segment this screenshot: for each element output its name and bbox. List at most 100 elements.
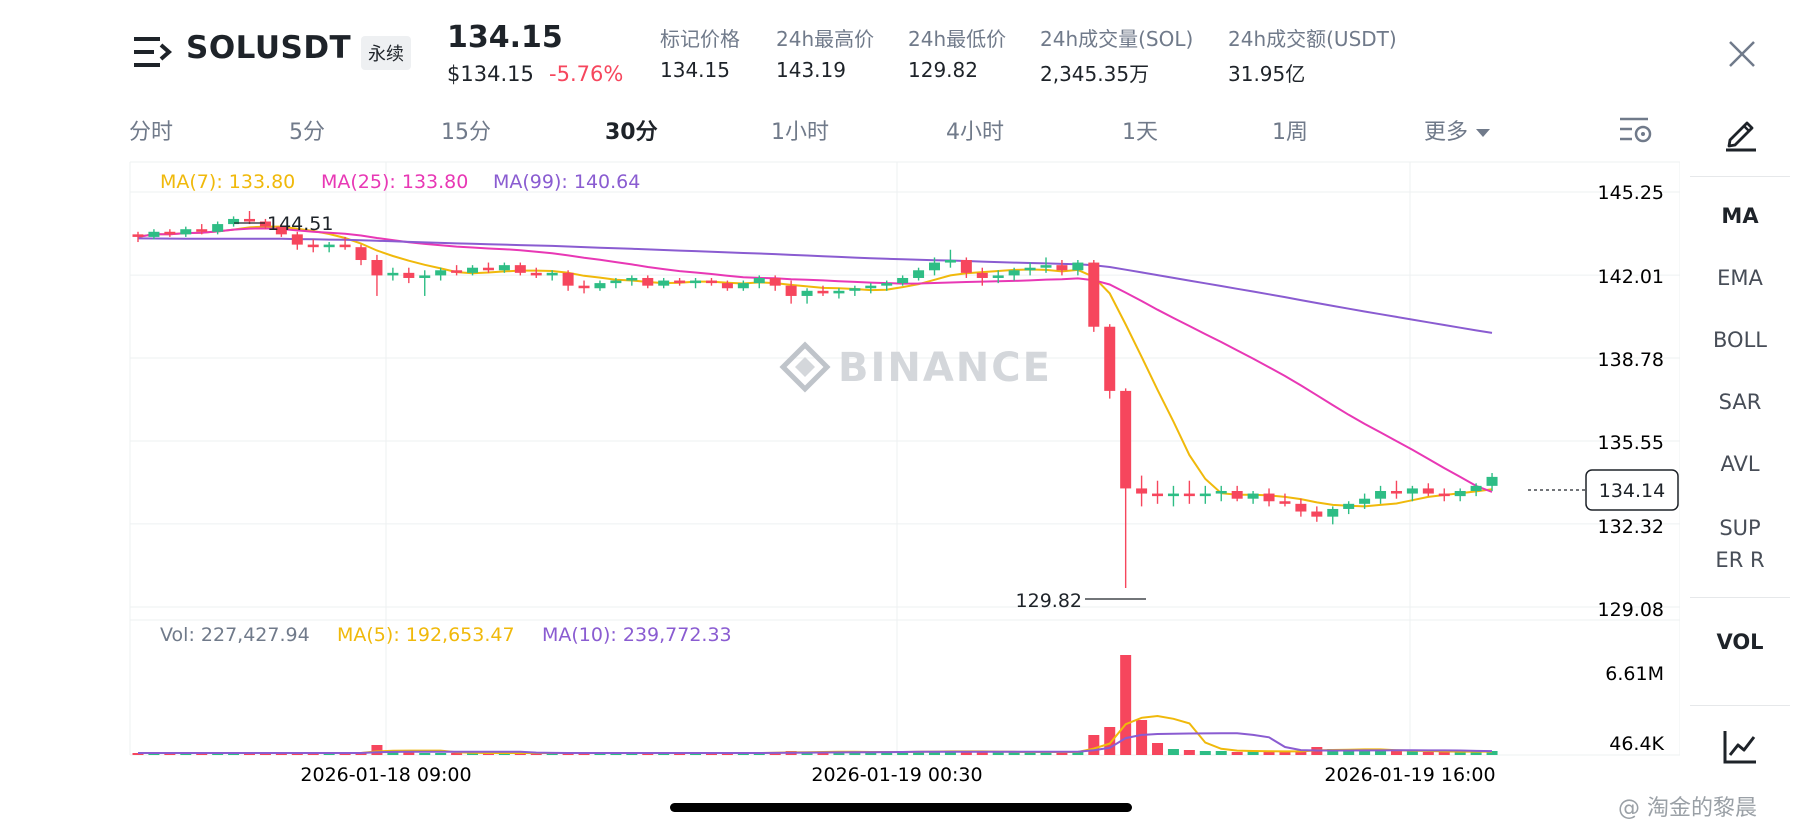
home-indicator	[670, 803, 1132, 812]
candle-body	[897, 277, 909, 284]
legend-ma25: MA(25): 133.80	[321, 171, 468, 193]
candle-body	[196, 229, 208, 232]
time-tick: 2026-01-19 00:30	[811, 764, 982, 786]
kline-chart[interactable]: BINANCE MA(7): 133.80 MA(25): 133.80 MA(…	[0, 0, 1680, 790]
indicator-super[interactable]: SUPER R	[1714, 512, 1766, 576]
pencil-icon[interactable]	[1723, 114, 1759, 152]
candle-body	[801, 290, 813, 296]
close-icon[interactable]	[1726, 38, 1758, 70]
candle-body	[1136, 488, 1148, 494]
candle-body	[451, 270, 463, 273]
price-tick: 129.08	[1598, 599, 1664, 621]
candle-body	[769, 277, 781, 286]
volume-bar	[1375, 751, 1387, 755]
candle-body	[1470, 485, 1482, 491]
candle-body	[212, 224, 224, 232]
legend-ma99: MA(99): 140.64	[493, 171, 640, 193]
volume-bar	[1390, 751, 1402, 755]
divider	[1690, 597, 1790, 598]
candle-body	[546, 272, 558, 276]
indicator-boll[interactable]: BOLL	[1690, 328, 1790, 352]
candle-body	[419, 275, 431, 278]
volume-bar	[419, 753, 431, 755]
high-marker-label: 144.51	[267, 213, 333, 235]
volume-bar	[371, 745, 383, 755]
candle-body	[307, 244, 319, 248]
legend-ma7: MA(7): 133.80	[160, 171, 295, 193]
candle-body	[753, 277, 765, 284]
price-tick: 135.55	[1598, 432, 1664, 454]
candle-body	[339, 244, 351, 248]
candle-body	[435, 270, 447, 276]
candle-body	[594, 283, 606, 289]
volume-bar	[1215, 751, 1227, 755]
volume-ma-lines	[138, 714, 1493, 754]
candle-body	[913, 270, 925, 278]
candle-body	[674, 280, 686, 284]
chart-line-icon[interactable]	[1722, 729, 1758, 765]
candle-body	[785, 285, 797, 296]
volume-tick: 46.4K	[1609, 733, 1664, 755]
time-tick: 2026-01-18 09:00	[300, 764, 471, 786]
candle-body	[1199, 493, 1211, 497]
candle-body	[1438, 493, 1450, 497]
indicator-avl[interactable]: AVL	[1690, 452, 1790, 476]
candle-body	[1454, 490, 1466, 497]
candle-body	[1486, 476, 1498, 486]
ma-lines	[137, 225, 1493, 508]
candle-body	[865, 285, 877, 289]
candle-body	[1056, 265, 1068, 271]
legend-vol-ma10: MA(10): 239,772.33	[542, 624, 732, 646]
candle-body	[849, 288, 861, 291]
candle-body	[1295, 503, 1307, 512]
candle-body	[1359, 498, 1371, 504]
current-price-value: 134.14	[1599, 480, 1665, 502]
candle-body	[578, 285, 590, 289]
candle-body	[944, 260, 956, 263]
volume-bar	[1231, 752, 1243, 755]
candle-body	[1152, 493, 1164, 497]
indicator-ma[interactable]: MA	[1690, 204, 1790, 228]
candle-body	[610, 280, 622, 284]
indicator-vol[interactable]: VOL	[1690, 630, 1790, 654]
candle-body	[1008, 270, 1020, 276]
binance-watermark: BINANCE	[779, 341, 1052, 393]
legend-vol: Vol: 227,427.94	[160, 624, 310, 646]
candle-body	[1422, 488, 1434, 494]
candle-body	[658, 280, 670, 286]
candle-body	[1390, 490, 1402, 494]
watermark-text: BINANCE	[838, 345, 1052, 391]
candle-body	[467, 267, 479, 273]
candle-body	[960, 260, 972, 273]
watermark-credit: @ 淘金的黎晨	[1618, 796, 1757, 821]
divider	[1690, 705, 1790, 706]
indicator-ema[interactable]: EMA	[1690, 266, 1790, 290]
price-tick: 142.01	[1598, 266, 1664, 288]
candle-body	[737, 283, 749, 289]
candle-body	[482, 267, 494, 271]
candle-body	[1215, 490, 1227, 494]
ma7-line	[137, 225, 1493, 508]
volume-bar	[1438, 752, 1450, 755]
ma25-line	[137, 227, 1493, 493]
candle-body	[148, 231, 160, 237]
candle-body	[976, 272, 988, 278]
time-tick: 2026-01-19 16:00	[1324, 764, 1495, 786]
low-marker-label: 129.82	[1016, 590, 1082, 612]
price-tick: 145.25	[1598, 182, 1664, 204]
candle-body	[1120, 390, 1132, 489]
candle-body	[1040, 265, 1052, 268]
binance-logo-icon	[795, 357, 815, 377]
candle-body	[1024, 267, 1036, 271]
candle-body	[1088, 262, 1100, 327]
volume-bar	[1152, 743, 1164, 755]
candle-body	[1231, 490, 1243, 499]
candle-body	[626, 277, 638, 281]
volume-bar	[1422, 752, 1434, 755]
indicator-sar[interactable]: SAR	[1690, 390, 1790, 414]
candle-body	[1263, 493, 1275, 502]
candle-body	[403, 272, 415, 278]
price-tick: 138.78	[1598, 349, 1664, 371]
candle-body	[1183, 493, 1195, 497]
candle-body	[1072, 262, 1084, 271]
